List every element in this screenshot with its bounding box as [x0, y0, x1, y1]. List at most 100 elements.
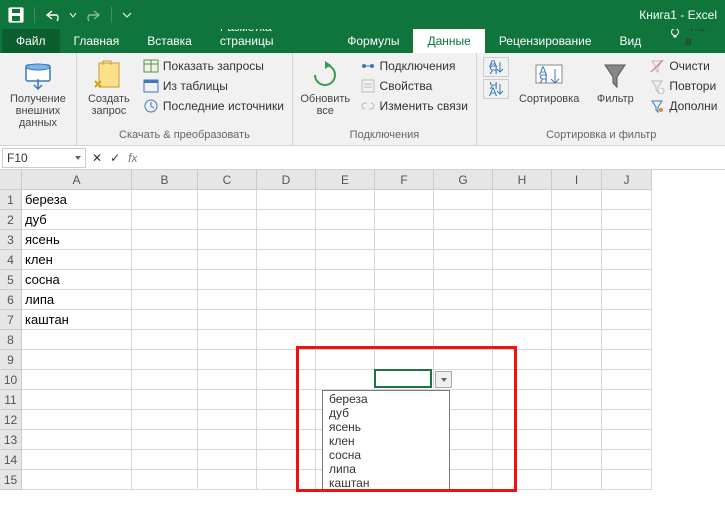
- cell[interactable]: [257, 210, 316, 230]
- cell[interactable]: ясень: [22, 230, 132, 250]
- cell[interactable]: [493, 330, 552, 350]
- cell[interactable]: [493, 270, 552, 290]
- tab-review[interactable]: Рецензирование: [485, 29, 606, 53]
- dropdown-button[interactable]: [435, 371, 452, 388]
- tab-insert[interactable]: Вставка: [133, 29, 206, 53]
- column-header[interactable]: I: [552, 170, 602, 190]
- dropdown-item[interactable]: липа: [323, 462, 449, 476]
- cell[interactable]: [22, 390, 132, 410]
- cell[interactable]: [602, 390, 652, 410]
- cell[interactable]: [552, 430, 602, 450]
- row-header[interactable]: 10: [0, 370, 22, 390]
- cell[interactable]: [22, 450, 132, 470]
- cell[interactable]: [434, 290, 493, 310]
- cell[interactable]: [552, 390, 602, 410]
- cell[interactable]: [257, 330, 316, 350]
- tab-view[interactable]: Вид: [606, 29, 656, 53]
- row-header[interactable]: 8: [0, 330, 22, 350]
- row-header[interactable]: 13: [0, 430, 22, 450]
- qat-customize-icon[interactable]: [122, 10, 132, 20]
- tab-home[interactable]: Главная: [60, 29, 134, 53]
- chevron-down-icon[interactable]: [75, 156, 81, 160]
- cell[interactable]: [493, 430, 552, 450]
- cell[interactable]: [198, 210, 257, 230]
- cell[interactable]: [552, 290, 602, 310]
- cell[interactable]: [552, 210, 602, 230]
- cell[interactable]: [257, 390, 316, 410]
- column-header[interactable]: J: [602, 170, 652, 190]
- cell[interactable]: [198, 290, 257, 310]
- select-all-corner[interactable]: [0, 170, 22, 190]
- cell[interactable]: [552, 350, 602, 370]
- cell[interactable]: [132, 290, 198, 310]
- show-queries-button[interactable]: Показать запросы: [141, 57, 286, 75]
- connections-button[interactable]: Подключения: [358, 57, 470, 75]
- cell[interactable]: [375, 250, 434, 270]
- cell[interactable]: [493, 190, 552, 210]
- cell[interactable]: [198, 230, 257, 250]
- cell[interactable]: [198, 450, 257, 470]
- row-header[interactable]: 6: [0, 290, 22, 310]
- tab-data[interactable]: Данные: [413, 29, 484, 53]
- from-table-button[interactable]: Из таблицы: [141, 77, 286, 95]
- cell[interactable]: [257, 470, 316, 490]
- dropdown-item[interactable]: береза: [323, 392, 449, 406]
- sort-button[interactable]: AЯ Сортировка: [515, 57, 583, 107]
- cell[interactable]: [493, 290, 552, 310]
- column-header[interactable]: A: [22, 170, 132, 190]
- cell[interactable]: [552, 270, 602, 290]
- cell[interactable]: [602, 370, 652, 390]
- row-header[interactable]: 15: [0, 470, 22, 490]
- cell[interactable]: [375, 330, 434, 350]
- cell[interactable]: [602, 450, 652, 470]
- cell[interactable]: [375, 370, 434, 390]
- cell[interactable]: [198, 350, 257, 370]
- cell[interactable]: [22, 350, 132, 370]
- column-header[interactable]: H: [493, 170, 552, 190]
- worksheet-grid[interactable]: ABCDEFGHIJ 123456789101112131415 березад…: [0, 170, 725, 520]
- cell[interactable]: [257, 370, 316, 390]
- cell[interactable]: [257, 450, 316, 470]
- cell[interactable]: [132, 410, 198, 430]
- dropdown-icon[interactable]: [69, 11, 77, 19]
- cell[interactable]: [434, 330, 493, 350]
- cell[interactable]: [493, 390, 552, 410]
- cell[interactable]: [602, 330, 652, 350]
- dropdown-list[interactable]: березадубясенькленсосналипакаштан: [322, 390, 450, 492]
- cell[interactable]: [257, 190, 316, 210]
- cell[interactable]: [552, 330, 602, 350]
- cell[interactable]: [493, 230, 552, 250]
- row-header[interactable]: 12: [0, 410, 22, 430]
- cell[interactable]: [602, 410, 652, 430]
- column-header[interactable]: G: [434, 170, 493, 190]
- column-header[interactable]: C: [198, 170, 257, 190]
- cell[interactable]: [257, 270, 316, 290]
- cell[interactable]: [602, 470, 652, 490]
- cell[interactable]: [132, 190, 198, 210]
- cell[interactable]: [434, 230, 493, 250]
- cell[interactable]: [602, 350, 652, 370]
- cell[interactable]: [132, 350, 198, 370]
- cell[interactable]: береза: [22, 190, 132, 210]
- cell[interactable]: [132, 370, 198, 390]
- refresh-all-button[interactable]: Обновить все: [299, 57, 352, 119]
- fx-icon[interactable]: fx: [128, 151, 137, 165]
- cell[interactable]: [132, 430, 198, 450]
- cell[interactable]: [602, 250, 652, 270]
- cell[interactable]: [198, 190, 257, 210]
- cell[interactable]: [132, 390, 198, 410]
- sort-asc-button[interactable]: AЯ: [483, 57, 509, 77]
- cell[interactable]: [375, 230, 434, 250]
- new-query-button[interactable]: Создать запрос: [83, 57, 135, 119]
- column-header[interactable]: B: [132, 170, 198, 190]
- dropdown-item[interactable]: каштан: [323, 476, 449, 490]
- save-icon[interactable]: [8, 7, 24, 23]
- cell[interactable]: [316, 250, 375, 270]
- cell[interactable]: [132, 330, 198, 350]
- cell[interactable]: [22, 430, 132, 450]
- cell[interactable]: клен: [22, 250, 132, 270]
- cell[interactable]: [375, 190, 434, 210]
- cell[interactable]: [375, 210, 434, 230]
- cell[interactable]: [316, 270, 375, 290]
- cell[interactable]: [22, 470, 132, 490]
